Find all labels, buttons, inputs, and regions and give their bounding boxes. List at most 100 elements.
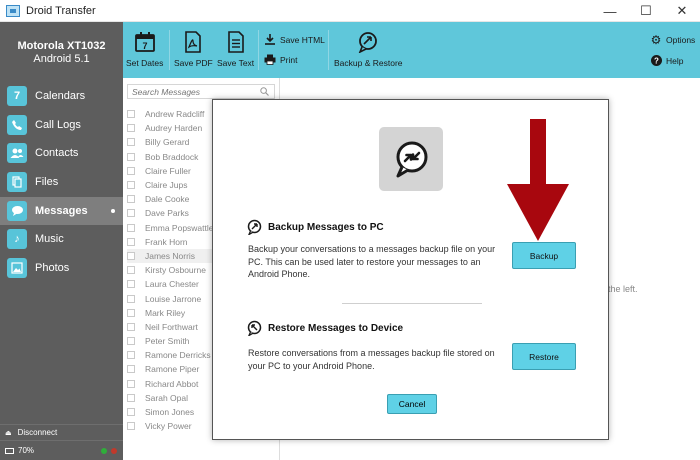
pdf-icon	[184, 30, 202, 54]
contact-checkbox[interactable]	[127, 152, 135, 161]
sidebar-item-files[interactable]: Files	[0, 168, 123, 196]
text-file-icon	[227, 30, 245, 54]
backup-icon	[247, 219, 262, 235]
status-led-red	[111, 448, 117, 454]
contact-checkbox[interactable]	[127, 124, 135, 133]
backup-restore-button[interactable]: Backup & Restore	[334, 30, 403, 68]
sidebar-item-label: Call Logs	[35, 118, 81, 131]
contact-name: Richard Abbot	[145, 378, 199, 389]
contact-name: Louise Jarrone	[145, 293, 202, 304]
contact-checkbox[interactable]	[127, 237, 135, 246]
contact-checkbox[interactable]	[127, 322, 135, 331]
save-text-button[interactable]: Save Text	[217, 30, 254, 68]
title-bar: Droid Transfer — ☐ ✕	[0, 0, 700, 22]
save-text-label: Save Text	[217, 58, 255, 68]
device-os: Android 5.1	[33, 53, 90, 65]
status-led-green	[101, 448, 107, 454]
contact-name: Ramone Piper	[145, 364, 200, 375]
contact-checkbox[interactable]	[127, 408, 135, 417]
svg-text:7: 7	[142, 41, 147, 51]
close-button[interactable]: ✕	[664, 0, 700, 22]
sidebar-item-photos[interactable]: Photos	[0, 254, 123, 282]
window-controls: — ☐ ✕	[592, 0, 700, 22]
device-name: Motorola XT1032	[17, 40, 106, 52]
contact-name: Simon Jones	[145, 407, 195, 418]
cancel-button[interactable]: Cancel	[387, 394, 437, 414]
contact-checkbox[interactable]	[127, 266, 135, 275]
contact-checkbox[interactable]	[127, 365, 135, 374]
contact-checkbox[interactable]	[127, 422, 135, 431]
print-button[interactable]: Print	[264, 54, 297, 65]
messages-icon	[7, 200, 27, 221]
backup-restore-label: Backup & Restore	[334, 58, 403, 68]
sidebar-item-calendars[interactable]: 7 Calendars	[0, 82, 123, 110]
contact-checkbox[interactable]	[127, 294, 135, 303]
contact-checkbox[interactable]	[127, 209, 135, 218]
contact-name: Andrew Radcliff	[145, 109, 205, 120]
contact-checkbox[interactable]	[127, 393, 135, 402]
options-button[interactable]: ⚙ Options	[650, 32, 696, 47]
contact-name: James Norris	[145, 250, 196, 261]
set-dates-button[interactable]: 7 Set Dates	[126, 30, 163, 68]
sidebar-item-music[interactable]: ♪ Music	[0, 225, 123, 253]
save-pdf-button[interactable]: Save PDF	[174, 30, 213, 68]
backup-section-title: Backup Messages to PC	[246, 219, 384, 235]
restore-button[interactable]: Restore	[512, 343, 576, 370]
sidebar-item-contacts[interactable]: Contacts	[0, 139, 123, 167]
printer-icon	[264, 54, 276, 65]
search-input[interactable]	[127, 84, 275, 99]
sidebar-item-label: Messages	[35, 204, 88, 217]
contact-checkbox[interactable]	[127, 195, 135, 204]
hint-text: the left.	[608, 284, 638, 294]
disconnect-button[interactable]: ⏏ Disconnect	[0, 424, 123, 440]
calendar-icon: 7	[134, 30, 156, 54]
contact-name: Laura Chester	[145, 279, 199, 290]
contact-checkbox[interactable]	[127, 351, 135, 360]
sidebar-footer: ⏏ Disconnect 70%	[0, 424, 123, 460]
files-icon	[7, 172, 27, 193]
section-divider	[342, 303, 482, 304]
contact-name: Frank Horn	[145, 236, 188, 247]
sidebar: Motorola XT1032 Android 5.1 7 Calendars …	[0, 22, 123, 460]
sidebar-item-call-logs[interactable]: Call Logs	[0, 111, 123, 139]
contacts-icon	[7, 143, 27, 164]
sidebar-item-messages[interactable]: Messages	[0, 196, 123, 225]
contact-name: Ramone Derricks	[145, 350, 211, 361]
contact-name: Claire Jups	[145, 180, 188, 191]
contact-checkbox[interactable]	[127, 166, 135, 175]
photos-icon	[7, 258, 27, 279]
minimize-button[interactable]: —	[592, 0, 628, 22]
calendar-icon: 7	[7, 86, 27, 106]
backup-description: Backup your conversations to a messages …	[248, 244, 496, 279]
maximize-button[interactable]: ☐	[628, 0, 664, 22]
save-html-label: Save HTML	[280, 34, 325, 45]
contact-checkbox[interactable]	[127, 308, 135, 317]
backup-button[interactable]: Backup	[512, 242, 576, 269]
window-title: Droid Transfer	[26, 4, 96, 17]
help-icon: ?	[650, 55, 662, 66]
contact-checkbox[interactable]	[127, 337, 135, 346]
sidebar-nav: 7 Calendars Call Logs Contacts Files Mes…	[0, 82, 123, 283]
backup-title: Backup Messages to PC	[268, 221, 384, 233]
gear-icon: ⚙	[650, 32, 662, 47]
sidebar-item-label: Files	[35, 176, 59, 189]
backup-restore-icon	[357, 30, 379, 54]
help-button[interactable]: ? Help	[650, 55, 683, 66]
music-icon: ♪	[7, 229, 27, 250]
contact-name: Vicky Power	[145, 421, 192, 432]
save-html-button[interactable]: Save HTML	[264, 34, 325, 45]
contact-checkbox[interactable]	[127, 251, 135, 260]
contact-checkbox[interactable]	[127, 110, 135, 119]
contact-name: Peter Smith	[145, 336, 190, 347]
contact-name: Dave Parks	[145, 208, 189, 219]
eject-icon: ⏏	[5, 429, 12, 437]
set-dates-label: Set Dates	[126, 58, 164, 68]
contact-checkbox[interactable]	[127, 280, 135, 289]
contact-checkbox[interactable]	[127, 223, 135, 232]
contact-checkbox[interactable]	[127, 181, 135, 190]
help-label: Help	[666, 55, 684, 66]
battery-icon	[5, 447, 14, 454]
contact-checkbox[interactable]	[127, 379, 135, 388]
contact-checkbox[interactable]	[127, 138, 135, 147]
red-arrow-annotation	[507, 119, 569, 241]
